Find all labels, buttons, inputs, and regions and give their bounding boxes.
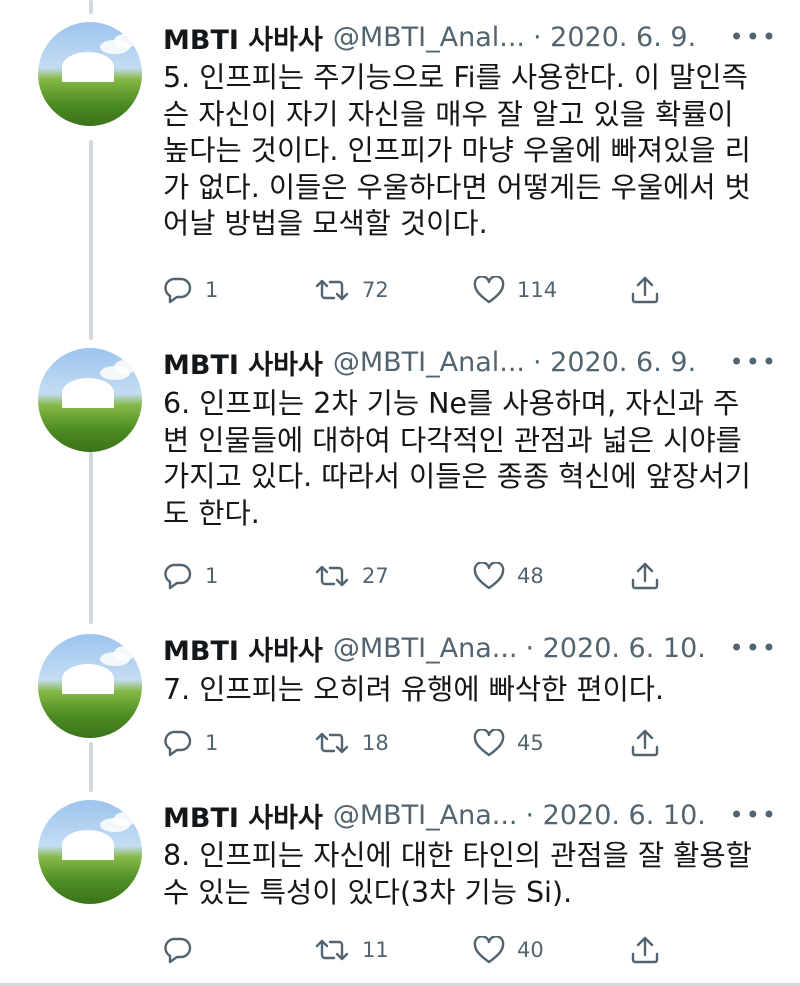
share-icon <box>629 274 661 306</box>
reply-button[interactable]: 1 <box>163 723 218 763</box>
like-button[interactable]: 45 <box>473 723 544 763</box>
more-icon[interactable]: ••• <box>730 348 778 376</box>
reply-count: 1 <box>205 564 219 588</box>
tweet-text: 8. 인프피는 자신에 대한 타인의 관점을 잘 활용할 수 있는 특성이 있다… <box>163 839 752 909</box>
more-icon[interactable]: ••• <box>730 634 778 662</box>
author-handle[interactable]: @MBTI_Anal... <box>333 347 525 378</box>
tweet-text: 6. 인프피는 2차 기능 Ne를 사용하며, 자신과 주 변 인물들에 대하여… <box>163 387 751 530</box>
tweet-header: MBTI 사바사 @MBTI_Anal... · 2020. 6. 9. ••• <box>163 17 778 57</box>
share-icon <box>629 560 661 592</box>
avatar[interactable] <box>38 22 142 126</box>
retweet-icon <box>314 276 350 304</box>
avatar[interactable] <box>38 634 142 738</box>
avatar[interactable] <box>38 348 142 452</box>
retweet-button[interactable]: 18 <box>314 723 389 763</box>
author-name[interactable]: MBTI 사바사 <box>163 343 323 382</box>
author-handle[interactable]: @MBTI_Anal... <box>333 22 525 53</box>
like-count: 48 <box>517 564 544 588</box>
heart-icon <box>473 936 505 964</box>
retweet-button[interactable]: 27 <box>314 556 389 596</box>
reply-count: 1 <box>205 731 219 755</box>
tweet-date[interactable]: · 2020. 6. 9. <box>533 22 696 53</box>
like-count: 45 <box>517 731 544 755</box>
reply-icon <box>163 936 193 964</box>
reply-button[interactable]: 1 <box>163 270 218 310</box>
author-handle[interactable]: @MBTI_Ana... <box>333 800 518 831</box>
avatar[interactable] <box>38 800 142 904</box>
reply-icon <box>163 729 193 757</box>
tweet-date[interactable]: · 2020. 6. 10. <box>526 633 706 664</box>
share-icon <box>629 934 661 966</box>
heart-icon <box>473 562 505 590</box>
retweet-icon <box>314 936 350 964</box>
thread-line-1 <box>89 140 93 340</box>
author-name[interactable]: MBTI 사바사 <box>163 18 323 57</box>
author-handle[interactable]: @MBTI_Ana... <box>333 633 518 664</box>
tweet-text: 5. 인프피는 주기능으로 Fi를 사용한다. 이 말인즉 슨 자신이 자기 자… <box>163 61 751 240</box>
reply-icon <box>163 276 193 304</box>
tweet-header: MBTI 사바사 @MBTI_Anal... · 2020. 6. 9. ••• <box>163 342 778 382</box>
retweet-button[interactable]: 72 <box>314 270 389 310</box>
tweet-actions: 1 27 48 <box>163 556 683 596</box>
retweet-button[interactable]: 11 <box>314 930 389 970</box>
share-button[interactable] <box>629 930 661 970</box>
reply-button[interactable] <box>163 930 205 970</box>
like-count: 40 <box>517 938 544 962</box>
reply-icon <box>163 562 193 590</box>
thread-line-3 <box>89 742 93 792</box>
retweet-icon <box>314 729 350 757</box>
retweet-count: 18 <box>362 731 389 755</box>
thread-line-top <box>89 0 93 14</box>
share-icon <box>629 727 661 759</box>
tweet-actions: 1 72 114 <box>163 270 683 310</box>
retweet-icon <box>314 562 350 590</box>
retweet-count: 27 <box>362 564 389 588</box>
like-button[interactable]: 48 <box>473 556 544 596</box>
like-button[interactable]: 40 <box>473 930 544 970</box>
reply-count: 1 <box>205 278 219 302</box>
retweet-count: 72 <box>362 278 389 302</box>
tweet-actions: 11 40 <box>163 930 683 970</box>
tweet-header: MBTI 사바사 @MBTI_Ana... · 2020. 6. 10. ••• <box>163 628 778 668</box>
share-button[interactable] <box>629 723 661 763</box>
author-name[interactable]: MBTI 사바사 <box>163 796 323 835</box>
tweet-date[interactable]: · 2020. 6. 10. <box>526 800 706 831</box>
like-count: 114 <box>517 278 558 302</box>
tweet-text: 7. 인프피는 오히려 유행에 빠삭한 편이다. <box>163 673 665 706</box>
share-button[interactable] <box>629 556 661 596</box>
tweet-header: MBTI 사바사 @MBTI_Ana... · 2020. 6. 10. ••• <box>163 795 778 835</box>
tweet-actions: 1 18 45 <box>163 723 683 763</box>
reply-button[interactable]: 1 <box>163 556 218 596</box>
more-icon[interactable]: ••• <box>730 801 778 829</box>
more-icon[interactable]: ••• <box>730 23 778 51</box>
like-button[interactable]: 114 <box>473 270 557 310</box>
heart-icon <box>473 729 505 757</box>
tweet-date[interactable]: · 2020. 6. 9. <box>533 347 696 378</box>
thread-line-2 <box>89 428 93 624</box>
author-name[interactable]: MBTI 사바사 <box>163 629 323 668</box>
heart-icon <box>473 276 505 304</box>
share-button[interactable] <box>629 270 661 310</box>
retweet-count: 11 <box>362 938 389 962</box>
